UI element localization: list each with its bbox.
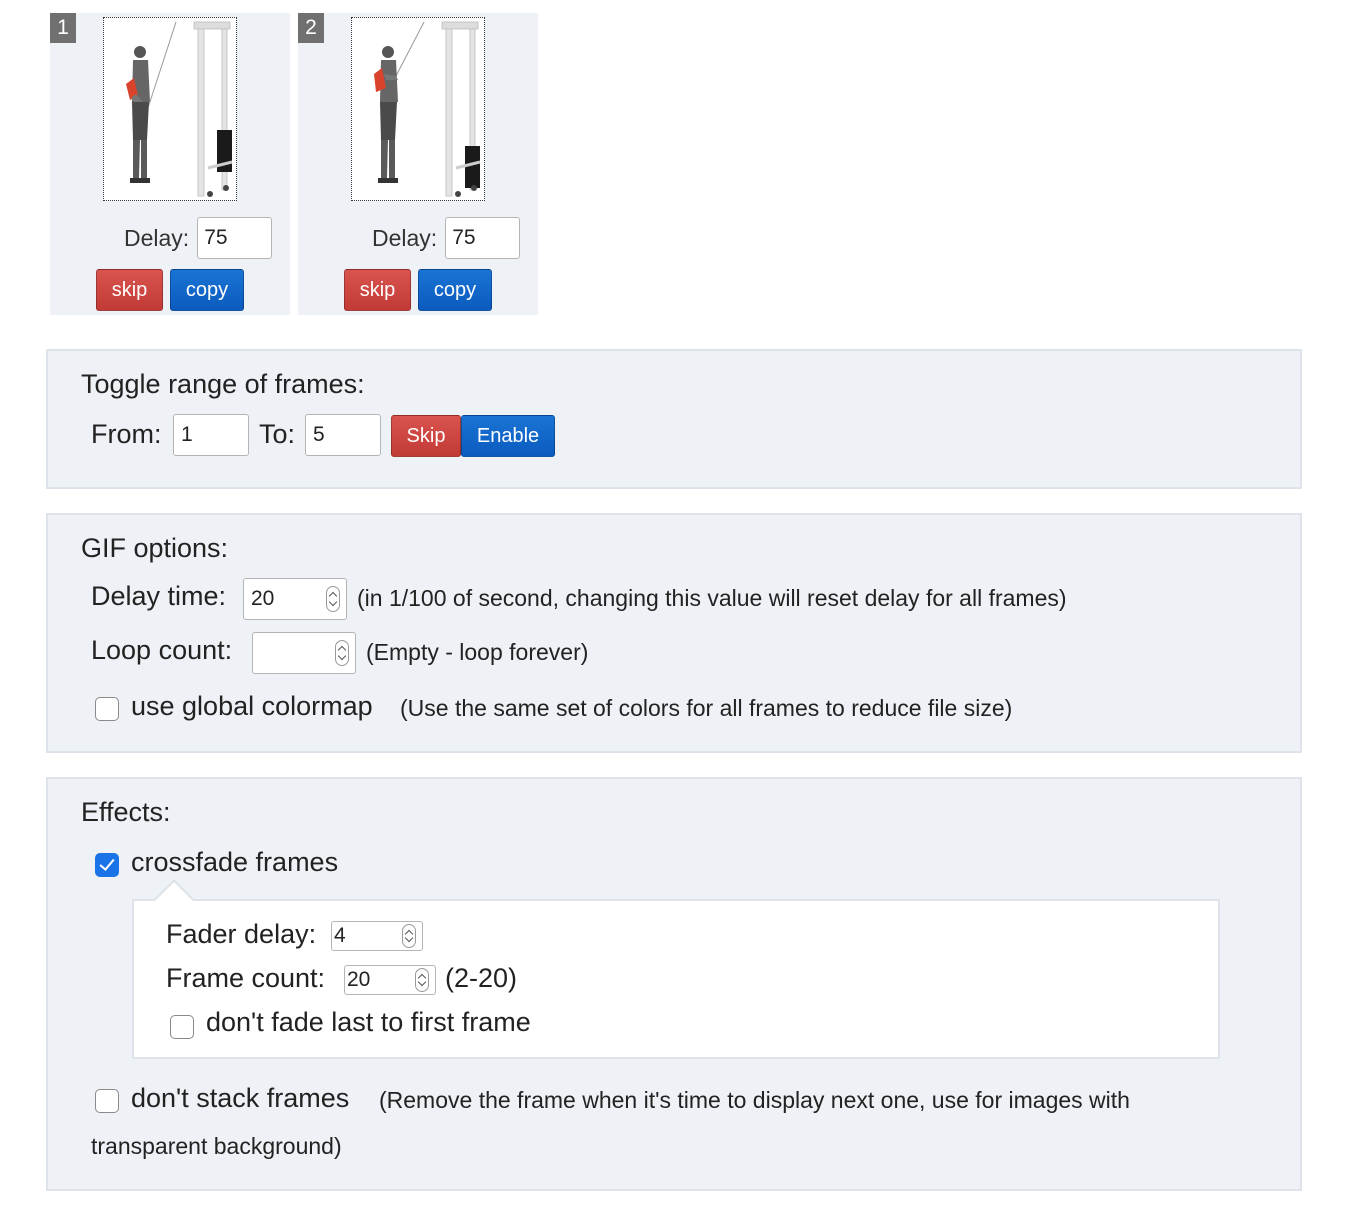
no-fade-last-label[interactable]: don't fade last to first frame <box>206 1007 531 1038</box>
frame-count-note: (2-20) <box>445 963 518 993</box>
frame-delay-row: Delay: <box>372 217 521 259</box>
dont-stack-note-line1: (Remove the frame when it's time to disp… <box>379 1087 1130 1113</box>
loop-count-label: Loop count: <box>91 635 233 665</box>
skip-frame-button[interactable]: skip <box>344 269 411 311</box>
toggle-range-title: Toggle range of frames: <box>81 369 365 399</box>
frame-count-label: Frame count: <box>166 963 326 993</box>
dont-stack-note-line2: transparent background) <box>91 1133 342 1159</box>
delay-time-stepper[interactable]: 20 <box>243 578 347 620</box>
frame-number: 1 <box>50 13 76 43</box>
frame-delay-label: Delay: <box>124 224 190 251</box>
to-label: To: <box>259 419 296 449</box>
gif-options-panel: GIF options: Delay time: 20 (in 1/100 of… <box>46 513 1302 753</box>
from-label: From: <box>91 419 162 449</box>
fader-delay-label: Fader delay: <box>166 919 317 949</box>
frame-delay-input[interactable] <box>445 217 521 259</box>
global-colormap-checkbox[interactable] <box>95 697 119 721</box>
frame-thumbnail[interactable] <box>351 17 485 201</box>
dont-stack-label[interactable]: don't stack frames <box>131 1083 349 1114</box>
range-to-input[interactable] <box>305 414 381 456</box>
frame-thumbnail[interactable] <box>103 17 237 201</box>
global-colormap-label[interactable]: use global colormap <box>131 691 373 722</box>
dont-stack-checkbox[interactable] <box>95 1089 119 1113</box>
loop-count-stepper[interactable] <box>252 632 356 674</box>
crossfade-checkbox[interactable] <box>95 853 119 877</box>
frame-delay-input[interactable] <box>197 217 273 259</box>
copy-frame-button[interactable]: copy <box>418 269 492 311</box>
frame-delay-label: Delay: <box>372 224 438 251</box>
no-fade-last-checkbox[interactable] <box>170 1015 194 1039</box>
fader-delay-stepper[interactable]: 4 <box>331 921 423 951</box>
caret-inner <box>154 882 194 902</box>
frame-card-1: 1 Delay: skip copy <box>50 13 290 315</box>
frame-count-value: 20 <box>347 968 371 991</box>
fader-delay-value: 4 <box>334 924 346 947</box>
range-from-input[interactable] <box>173 414 249 456</box>
copy-frame-button[interactable]: copy <box>170 269 244 311</box>
spinner-arrows-icon[interactable] <box>335 640 349 666</box>
range-skip-button[interactable]: Skip <box>391 415 461 457</box>
loop-count-note: (Empty - loop forever) <box>366 639 589 665</box>
effects-panel: Effects: crossfade frames Fader delay: 4… <box>46 777 1302 1191</box>
crossfade-options-box: Fader delay: 4 Frame count: 20 (2-20) do… <box>132 879 1220 1059</box>
delay-time-value: 20 <box>251 587 275 610</box>
spinner-arrows-icon[interactable] <box>415 968 429 992</box>
spinner-arrows-icon[interactable] <box>402 924 416 948</box>
effects-title: Effects: <box>81 797 171 827</box>
frame-delay-row: Delay: <box>124 217 273 259</box>
toggle-range-panel: Toggle range of frames: From: To: Skip E… <box>46 349 1302 489</box>
gif-options-title: GIF options: <box>81 533 229 563</box>
range-enable-button[interactable]: Enable <box>461 415 555 457</box>
delay-time-note: (in 1/100 of second, changing this value… <box>357 585 1067 611</box>
exercise-figure-icon <box>126 21 233 197</box>
delay-time-label: Delay time: <box>91 581 227 611</box>
skip-frame-button[interactable]: skip <box>96 269 163 311</box>
crossfade-label[interactable]: crossfade frames <box>131 847 338 878</box>
frame-count-stepper[interactable]: 20 <box>344 965 436 995</box>
spinner-arrows-icon[interactable] <box>326 586 340 612</box>
frame-number: 2 <box>298 13 324 43</box>
frame-card-2: 2 Delay: skip copy <box>298 13 538 315</box>
global-colormap-note: (Use the same set of colors for all fram… <box>400 695 1013 721</box>
exercise-figure-icon <box>374 21 481 197</box>
